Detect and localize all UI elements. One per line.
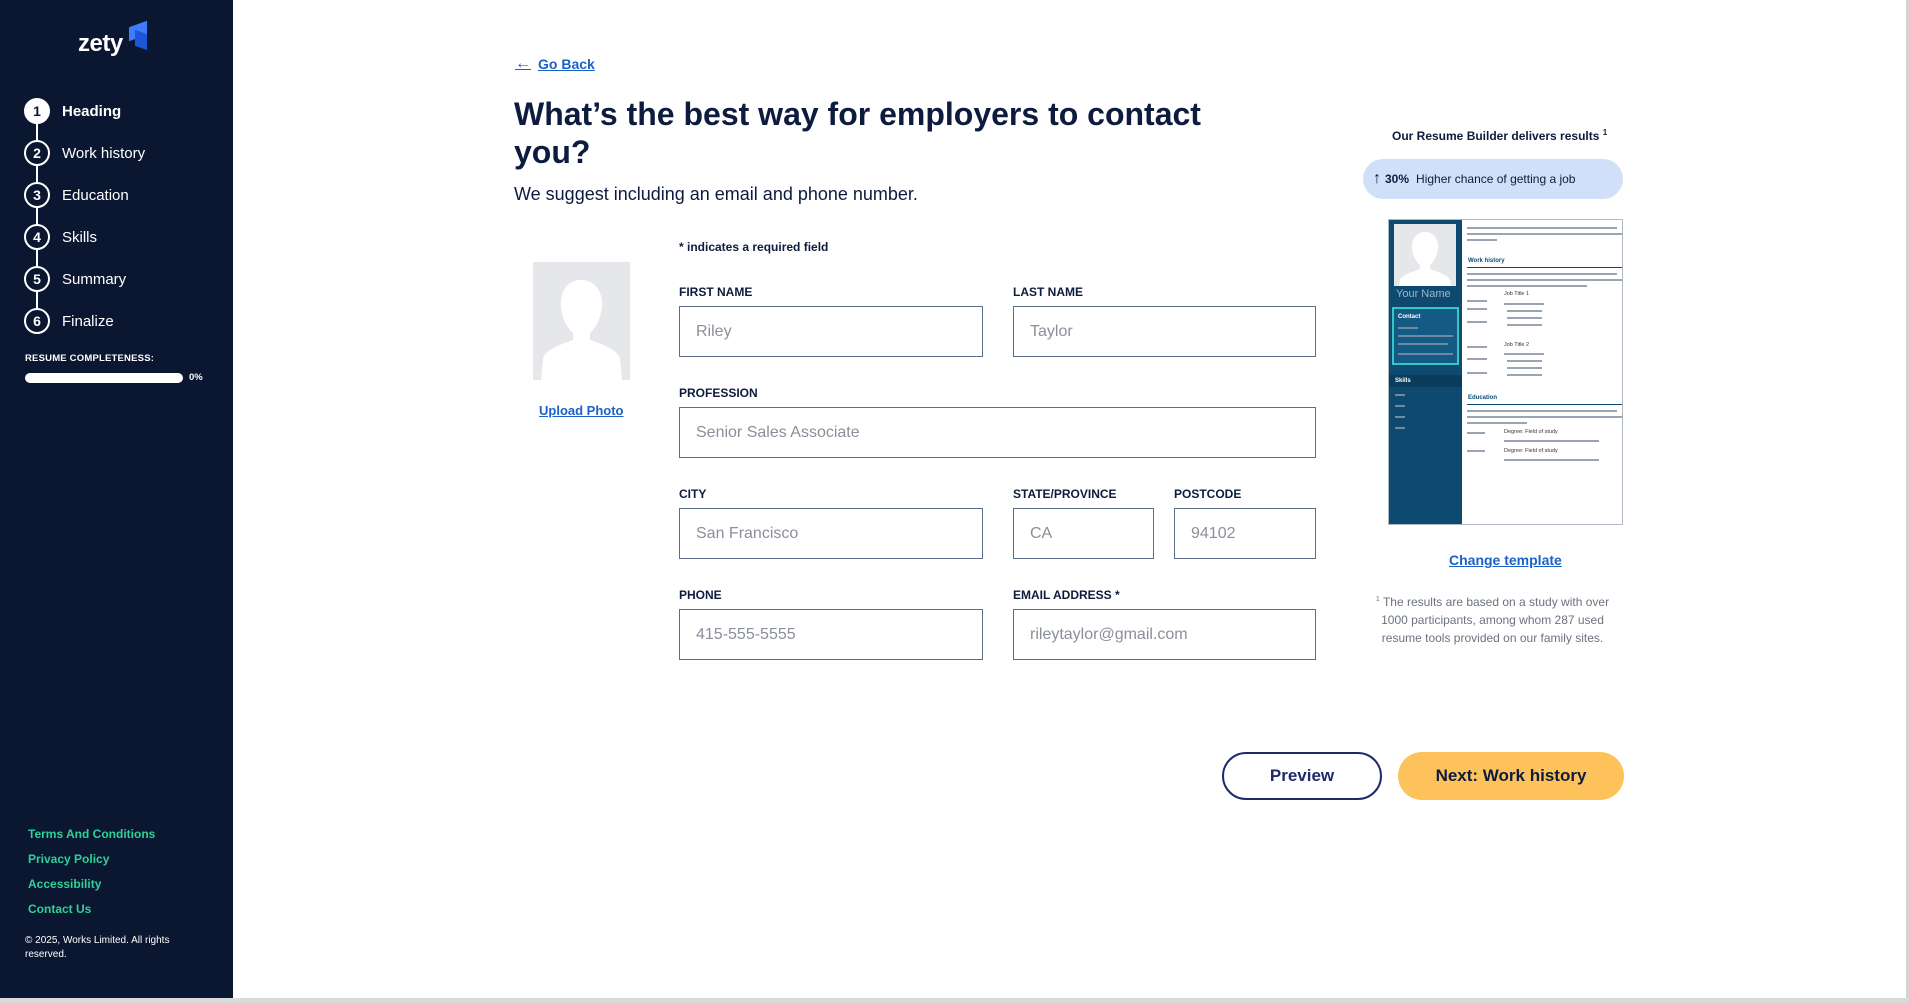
results-title-text: Our Resume Builder delivers results bbox=[1392, 129, 1600, 143]
postcode-label: POSTCODE bbox=[1174, 487, 1242, 501]
required-field-note: * indicates a required field bbox=[679, 240, 829, 254]
results-stat-pill: ↑ 30% Higher chance of getting a job bbox=[1363, 159, 1623, 199]
profession-label: PROFESSION bbox=[679, 386, 758, 400]
results-title: Our Resume Builder delivers results 1 bbox=[1392, 128, 1607, 143]
go-back-link[interactable]: ← Go Back bbox=[515, 55, 595, 73]
terms-link[interactable]: Terms And Conditions bbox=[28, 827, 155, 841]
logo-text: zety bbox=[78, 30, 123, 57]
step-label: Education bbox=[62, 186, 129, 204]
step-number: 6 bbox=[24, 308, 50, 334]
phone-input[interactable] bbox=[679, 609, 983, 660]
copyright: © 2025, Works Limited. All rights reserv… bbox=[25, 935, 170, 960]
arrow-left-icon: ← bbox=[515, 55, 531, 72]
sidebar: zety 1 Heading 2 Work history 3 Educatio… bbox=[0, 0, 233, 998]
resume-completeness: RESUME COMPLETENESS: 0% bbox=[25, 353, 215, 383]
city-label: CITY bbox=[679, 487, 707, 501]
step-work-history[interactable]: 2 Work history bbox=[24, 132, 224, 192]
zety-logo[interactable]: zety bbox=[78, 20, 147, 58]
completeness-label: RESUME COMPLETENESS: bbox=[25, 353, 155, 364]
logo-cube-icon bbox=[125, 20, 147, 52]
person-silhouette-icon bbox=[533, 262, 630, 380]
city-input[interactable] bbox=[679, 508, 983, 559]
state-label: STATE/PROVINCE bbox=[1013, 487, 1117, 501]
template-job-title-1: Job Title 1 bbox=[1504, 291, 1530, 297]
template-contact-section: Contact bbox=[1392, 307, 1459, 365]
step-summary[interactable]: 5 Summary bbox=[24, 258, 224, 318]
step-label: Summary bbox=[62, 270, 127, 288]
completeness-percent: 0% bbox=[189, 372, 203, 383]
step-skills[interactable]: 4 Skills bbox=[24, 216, 224, 276]
template-contact-heading: Contact bbox=[1398, 314, 1421, 320]
page-subtitle: We suggest including an email and phone … bbox=[514, 184, 918, 204]
footnote-marker: 1 bbox=[1602, 128, 1608, 137]
first-name-label: FIRST NAME bbox=[679, 285, 753, 299]
arrow-up-icon: ↑ bbox=[1373, 170, 1381, 187]
privacy-link[interactable]: Privacy Policy bbox=[28, 852, 155, 866]
step-education[interactable]: 3 Education bbox=[24, 174, 224, 234]
horizontal-scrollbar[interactable] bbox=[0, 998, 1909, 1003]
last-name-label: LAST NAME bbox=[1013, 285, 1083, 299]
template-photo bbox=[1394, 224, 1456, 286]
go-back-label: Go Back bbox=[538, 56, 595, 72]
contact-us-link[interactable]: Contact Us bbox=[28, 902, 155, 916]
accessibility-link[interactable]: Accessibility bbox=[28, 877, 155, 891]
footer-links: Terms And Conditions Privacy Policy Acce… bbox=[28, 827, 155, 927]
step-number: 5 bbox=[24, 266, 50, 292]
step-label: Skills bbox=[62, 228, 98, 246]
page-title: What’s the best way for employers to con… bbox=[514, 96, 1201, 170]
postcode-input[interactable] bbox=[1174, 508, 1316, 559]
step-number: 4 bbox=[24, 224, 50, 250]
phone-label: PHONE bbox=[679, 588, 722, 602]
template-education-heading: Education bbox=[1468, 395, 1498, 401]
profession-input[interactable] bbox=[679, 407, 1316, 458]
last-name-input[interactable] bbox=[1013, 306, 1316, 357]
email-label: EMAIL ADDRESS * bbox=[1013, 588, 1120, 602]
state-input[interactable] bbox=[1013, 508, 1154, 559]
first-name-input[interactable] bbox=[679, 306, 983, 357]
preview-button[interactable]: Preview bbox=[1222, 752, 1382, 800]
template-degree-1: Degree: Field of study bbox=[1504, 429, 1558, 435]
change-template-link[interactable]: Change template bbox=[1449, 552, 1562, 568]
next-work-history-button[interactable]: Next: Work history bbox=[1398, 752, 1624, 800]
template-skills-heading: Skills bbox=[1389, 375, 1462, 387]
step-number: 3 bbox=[24, 182, 50, 208]
person-silhouette-icon bbox=[1399, 232, 1451, 286]
step-label: Work history bbox=[62, 144, 146, 162]
template-degree-2: Degree: Field of study bbox=[1504, 448, 1558, 454]
photo-placeholder[interactable] bbox=[533, 262, 630, 380]
progress-steps: 1 Heading 2 Work history 3 Education 4 S… bbox=[24, 90, 224, 342]
resume-template-preview[interactable]: Your Name Contact Skills Work history Jo… bbox=[1388, 219, 1623, 525]
step-number: 2 bbox=[24, 140, 50, 166]
step-label: Heading bbox=[62, 102, 122, 120]
footnote-marker: 1 bbox=[1375, 596, 1380, 603]
upload-photo-link[interactable]: Upload Photo bbox=[539, 403, 624, 418]
stat-text: Higher chance of getting a job bbox=[1416, 172, 1576, 186]
stat-value: 30% bbox=[1385, 172, 1410, 186]
step-label: Finalize bbox=[62, 312, 114, 330]
step-number: 1 bbox=[24, 98, 50, 124]
step-finalize[interactable]: 6 Finalize bbox=[24, 300, 224, 342]
study-footnote-text: The results are based on a study with ov… bbox=[1381, 595, 1610, 645]
email-input[interactable] bbox=[1013, 609, 1316, 660]
template-work-history-heading: Work history bbox=[1468, 258, 1505, 264]
study-footnote: 1 The results are based on a study with … bbox=[1370, 591, 1615, 647]
completeness-progress-bar bbox=[25, 372, 183, 383]
template-name: Your Name bbox=[1396, 288, 1451, 300]
step-heading[interactable]: 1 Heading bbox=[24, 90, 224, 150]
template-job-title-2: Job Title 2 bbox=[1504, 342, 1530, 348]
